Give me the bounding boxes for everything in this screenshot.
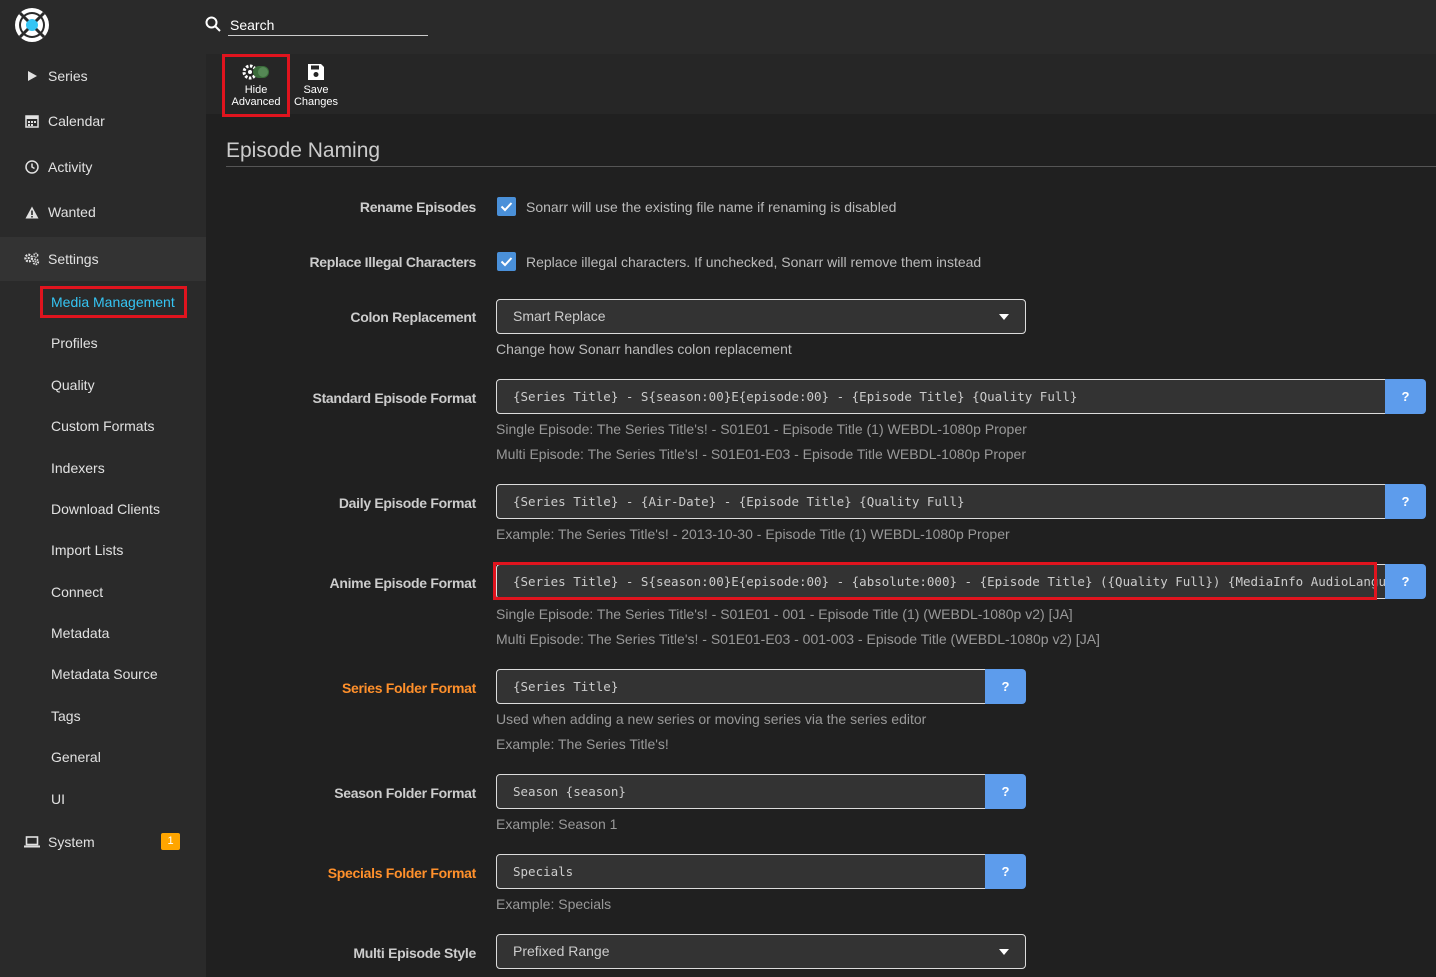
anime-format-example-single: Single Episode: The Series Title's! - S0… <box>496 606 1073 622</box>
sidebar-subitem-ui[interactable]: UI <box>51 789 65 809</box>
cogs-icon <box>24 251 40 267</box>
multi-episode-style-label: Multi Episode Style <box>353 945 476 961</box>
save-changes-button[interactable]: Save Changes <box>286 62 346 112</box>
sidebar-subitem-connect[interactable]: Connect <box>51 582 103 602</box>
colon-replacement-value: Smart Replace <box>513 308 606 324</box>
sidebar-item-calendar[interactable]: Calendar <box>0 99 206 143</box>
system-badge: 1 <box>161 833 180 850</box>
specials-folder-example: Example: Specials <box>496 896 612 912</box>
anime-format-label: Anime Episode Format <box>329 575 477 591</box>
series-folder-example: Example: The Series Title's! <box>496 736 669 752</box>
chevron-down-icon <box>999 314 1009 320</box>
series-folder-help: Used when adding a new series or moving … <box>496 711 927 727</box>
rename-episodes-checkbox[interactable] <box>497 197 516 216</box>
series-folder-label: Series Folder Format <box>341 680 476 696</box>
anime-format-example-multi: Multi Episode: The Series Title's! - S01… <box>496 631 1100 647</box>
rename-episodes-label: Rename Episodes <box>359 199 476 215</box>
multi-episode-style-select[interactable]: Prefixed Range <box>496 934 1026 969</box>
rename-episodes-help: Sonarr will use the existing file name i… <box>526 199 897 215</box>
highlight-box <box>493 562 1377 600</box>
daily-format-example: Example: The Series Title's! - 2013-10-3… <box>496 526 1010 542</box>
specials-folder-input[interactable]: Specials <box>496 854 986 889</box>
sidebar-item-label: Wanted <box>48 204 96 220</box>
colon-replacement-select[interactable]: Smart Replace <box>496 299 1026 334</box>
sidebar-subitem-custom-formats[interactable]: Custom Formats <box>51 416 154 436</box>
sidebar-subitem-tags[interactable]: Tags <box>51 706 81 726</box>
standard-format-input[interactable]: {Series Title} - S{season:00}E{episode:0… <box>496 379 1386 414</box>
daily-format-label: Daily Episode Format <box>338 495 476 511</box>
standard-format-label: Standard Episode Format <box>312 390 477 406</box>
highlight-box <box>40 286 187 318</box>
series-folder-input[interactable]: {Series Title} <box>496 669 986 704</box>
sidebar-subitem-metadata[interactable]: Metadata <box>51 623 109 643</box>
replace-illegal-label: Replace Illegal Characters <box>309 254 476 270</box>
clock-icon <box>24 159 40 175</box>
sonarr-logo-icon[interactable] <box>14 7 50 43</box>
sidebar-item-label: Calendar <box>48 113 105 129</box>
sidebar-subitem-indexers[interactable]: Indexers <box>51 458 105 478</box>
search-input[interactable] <box>228 14 428 36</box>
sidebar-item-label: System <box>48 834 95 850</box>
season-folder-example: Example: Season 1 <box>496 816 618 832</box>
save-changes-label-line2: Changes <box>293 96 339 108</box>
standard-format-example-multi: Multi Episode: The Series Title's! - S01… <box>496 446 1027 462</box>
sidebar-item-settings[interactable]: Settings <box>0 237 206 281</box>
sidebar: Series Calendar Activity Wanted Settings… <box>0 54 206 977</box>
sidebar-item-activity[interactable]: Activity <box>0 145 206 189</box>
search-icon <box>205 16 221 32</box>
checkmark-icon <box>500 202 513 212</box>
calendar-icon <box>24 113 40 129</box>
multi-episode-style-value: Prefixed Range <box>513 943 610 959</box>
top-bar <box>0 0 1436 54</box>
sidebar-item-label: Settings <box>48 251 99 267</box>
chevron-down-icon <box>999 949 1009 955</box>
colon-replacement-label: Colon Replacement <box>350 309 476 325</box>
replace-illegal-help: Replace illegal characters. If unchecked… <box>526 254 982 270</box>
specials-folder-help-button[interactable]: ? <box>985 854 1026 889</box>
page-title: Episode Naming <box>226 139 381 162</box>
page-toolbar: Hide Advanced Save Changes <box>206 54 1436 114</box>
sidebar-item-series[interactable]: Series <box>0 54 206 98</box>
checkmark-icon <box>500 257 513 267</box>
standard-format-help-button[interactable]: ? <box>1385 379 1426 414</box>
season-folder-label: Season Folder Format <box>334 785 476 801</box>
specials-folder-label: Specials Folder Format <box>327 865 477 881</box>
series-folder-help-button[interactable]: ? <box>985 669 1026 704</box>
highlight-box <box>222 54 290 117</box>
sidebar-subitem-download-clients[interactable]: Download Clients <box>51 499 160 519</box>
daily-format-help-button[interactable]: ? <box>1385 484 1426 519</box>
sidebar-subitem-metadata-source[interactable]: Metadata Source <box>51 664 158 684</box>
season-folder-help-button[interactable]: ? <box>985 774 1026 809</box>
laptop-icon <box>24 834 40 850</box>
sidebar-subitem-import-lists[interactable]: Import Lists <box>51 540 123 560</box>
anime-format-help-button[interactable]: ? <box>1385 564 1426 599</box>
section-divider <box>226 166 1436 167</box>
play-icon <box>24 68 40 84</box>
sidebar-item-label: Activity <box>48 159 93 175</box>
sidebar-item-label: Series <box>48 68 88 84</box>
sidebar-subitem-general[interactable]: General <box>51 747 101 767</box>
daily-format-input[interactable]: {Series Title} - {Air-Date} - {Episode T… <box>496 484 1386 519</box>
warning-icon <box>24 204 40 220</box>
save-icon <box>308 64 324 80</box>
standard-format-example-single: Single Episode: The Series Title's! - S0… <box>496 421 1027 437</box>
save-changes-label-line1: Save <box>303 84 329 96</box>
replace-illegal-checkbox[interactable] <box>497 252 516 271</box>
colon-replacement-help: Change how Sonarr handles colon replacem… <box>496 341 792 357</box>
sidebar-item-wanted[interactable]: Wanted <box>0 190 206 234</box>
sidebar-subitem-quality[interactable]: Quality <box>51 375 95 395</box>
sidebar-subitem-profiles[interactable]: Profiles <box>51 333 98 353</box>
sidebar-item-system[interactable]: System 1 <box>0 820 206 864</box>
season-folder-input[interactable]: Season {season} <box>496 774 986 809</box>
